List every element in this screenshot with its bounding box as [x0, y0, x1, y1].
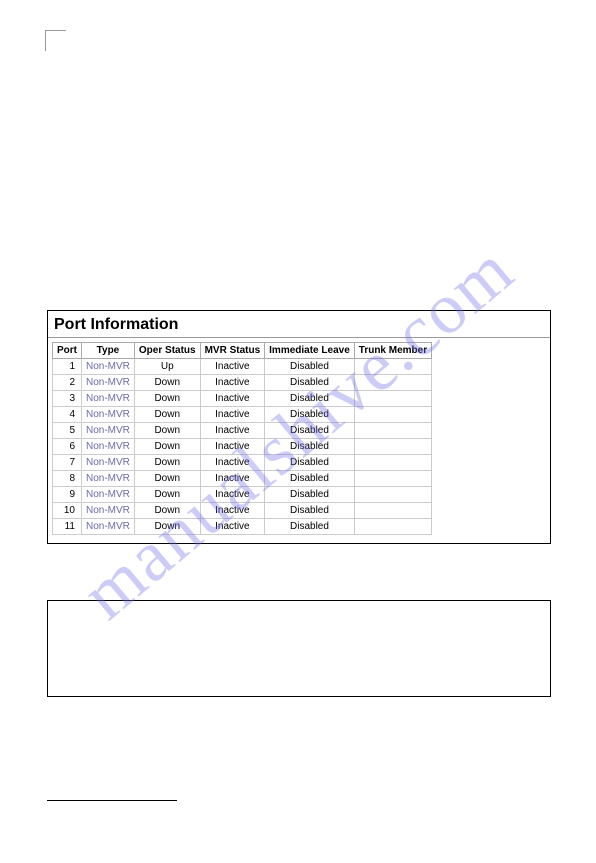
- cell-mvr-status: Inactive: [200, 407, 265, 423]
- table-row: 10Non-MVRDownInactiveDisabled: [53, 503, 432, 519]
- table-row: 8Non-MVRDownInactiveDisabled: [53, 471, 432, 487]
- cell-oper-status: Down: [134, 519, 200, 535]
- table-row: 6Non-MVRDownInactiveDisabled: [53, 439, 432, 455]
- cell-trunk-member: [354, 439, 431, 455]
- port-information-panel: Port Information Port Type Oper Status M…: [47, 310, 551, 544]
- cell-type: Non-MVR: [82, 503, 135, 519]
- table-header-row: Port Type Oper Status MVR Status Immedia…: [53, 343, 432, 359]
- table-row: 5Non-MVRDownInactiveDisabled: [53, 423, 432, 439]
- cell-port: 9: [53, 487, 82, 503]
- cell-type: Non-MVR: [82, 487, 135, 503]
- cell-port: 7: [53, 455, 82, 471]
- cell-port: 4: [53, 407, 82, 423]
- table-row: 7Non-MVRDownInactiveDisabled: [53, 455, 432, 471]
- cell-port: 5: [53, 423, 82, 439]
- cell-immediate-leave: Disabled: [265, 407, 355, 423]
- col-port: Port: [53, 343, 82, 359]
- table-row: 9Non-MVRDownInactiveDisabled: [53, 487, 432, 503]
- port-info-table: Port Type Oper Status MVR Status Immedia…: [52, 342, 432, 535]
- table-row: 11Non-MVRDownInactiveDisabled: [53, 519, 432, 535]
- cell-trunk-member: [354, 359, 431, 375]
- cell-oper-status: Down: [134, 487, 200, 503]
- cell-immediate-leave: Disabled: [265, 503, 355, 519]
- corner-mark: [45, 30, 66, 51]
- cell-trunk-member: [354, 407, 431, 423]
- cell-oper-status: Down: [134, 455, 200, 471]
- cell-type: Non-MVR: [82, 455, 135, 471]
- cell-type: Non-MVR: [82, 439, 135, 455]
- cell-mvr-status: Inactive: [200, 519, 265, 535]
- cell-port: 6: [53, 439, 82, 455]
- cell-port: 2: [53, 375, 82, 391]
- cell-trunk-member: [354, 391, 431, 407]
- cell-mvr-status: Inactive: [200, 455, 265, 471]
- cell-type: Non-MVR: [82, 407, 135, 423]
- col-immediate-leave: Immediate Leave: [265, 343, 355, 359]
- cell-immediate-leave: Disabled: [265, 519, 355, 535]
- cell-immediate-leave: Disabled: [265, 359, 355, 375]
- cell-oper-status: Down: [134, 423, 200, 439]
- cell-immediate-leave: Disabled: [265, 455, 355, 471]
- cell-immediate-leave: Disabled: [265, 487, 355, 503]
- col-trunk-member: Trunk Member: [354, 343, 431, 359]
- cell-oper-status: Down: [134, 471, 200, 487]
- cell-type: Non-MVR: [82, 471, 135, 487]
- cell-mvr-status: Inactive: [200, 375, 265, 391]
- cell-immediate-leave: Disabled: [265, 375, 355, 391]
- cell-port: 3: [53, 391, 82, 407]
- cell-mvr-status: Inactive: [200, 423, 265, 439]
- table-row: 2Non-MVRDownInactiveDisabled: [53, 375, 432, 391]
- cell-type: Non-MVR: [82, 375, 135, 391]
- cell-oper-status: Up: [134, 359, 200, 375]
- footnote-divider: [47, 800, 177, 801]
- table-row: 3Non-MVRDownInactiveDisabled: [53, 391, 432, 407]
- cell-type: Non-MVR: [82, 359, 135, 375]
- panel-title: Port Information: [48, 311, 550, 338]
- cell-oper-status: Down: [134, 391, 200, 407]
- cell-mvr-status: Inactive: [200, 391, 265, 407]
- table-row: 1Non-MVRUpInactiveDisabled: [53, 359, 432, 375]
- cell-immediate-leave: Disabled: [265, 391, 355, 407]
- cell-trunk-member: [354, 423, 431, 439]
- cell-oper-status: Down: [134, 503, 200, 519]
- cell-mvr-status: Inactive: [200, 471, 265, 487]
- cell-trunk-member: [354, 519, 431, 535]
- cell-mvr-status: Inactive: [200, 359, 265, 375]
- cell-trunk-member: [354, 471, 431, 487]
- cell-immediate-leave: Disabled: [265, 471, 355, 487]
- cell-port: 1: [53, 359, 82, 375]
- cell-type: Non-MVR: [82, 423, 135, 439]
- cell-mvr-status: Inactive: [200, 487, 265, 503]
- col-mvr-status: MVR Status: [200, 343, 265, 359]
- cell-type: Non-MVR: [82, 519, 135, 535]
- cell-oper-status: Down: [134, 375, 200, 391]
- cell-trunk-member: [354, 487, 431, 503]
- cell-trunk-member: [354, 503, 431, 519]
- col-oper-status: Oper Status: [134, 343, 200, 359]
- empty-outlined-box: [47, 600, 551, 697]
- cell-mvr-status: Inactive: [200, 503, 265, 519]
- cell-port: 10: [53, 503, 82, 519]
- cell-mvr-status: Inactive: [200, 439, 265, 455]
- cell-trunk-member: [354, 375, 431, 391]
- cell-oper-status: Down: [134, 439, 200, 455]
- cell-port: 11: [53, 519, 82, 535]
- cell-type: Non-MVR: [82, 391, 135, 407]
- cell-port: 8: [53, 471, 82, 487]
- col-type: Type: [82, 343, 135, 359]
- cell-oper-status: Down: [134, 407, 200, 423]
- cell-trunk-member: [354, 455, 431, 471]
- table-row: 4Non-MVRDownInactiveDisabled: [53, 407, 432, 423]
- cell-immediate-leave: Disabled: [265, 423, 355, 439]
- cell-immediate-leave: Disabled: [265, 439, 355, 455]
